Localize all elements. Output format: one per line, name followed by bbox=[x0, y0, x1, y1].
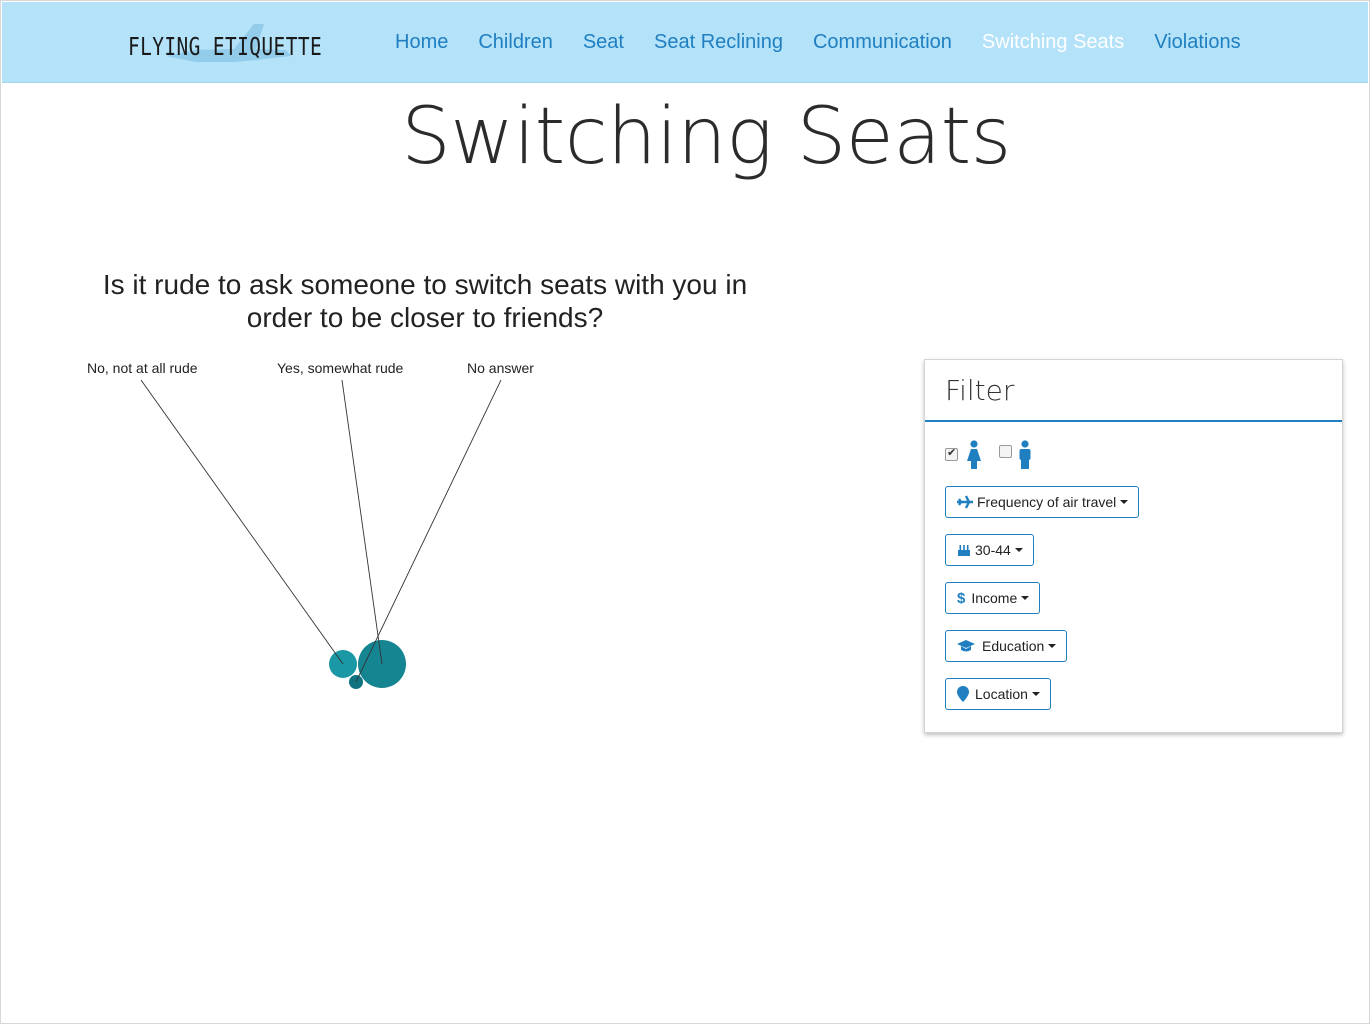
top-navbar: FLYING ETIQUETTE Home Children Seat Seat… bbox=[2, 2, 1368, 83]
nav-communication[interactable]: Communication bbox=[813, 30, 952, 54]
caret-down-icon bbox=[1031, 692, 1040, 696]
chart-label-not-rude: No, not at all rude bbox=[87, 360, 198, 376]
age-label: 30-44 bbox=[975, 542, 1011, 558]
map-marker-icon bbox=[957, 686, 969, 702]
dollar-icon: $ bbox=[957, 589, 966, 607]
bubble-chart-svg: No, not at all rude Yes, somewhat rude N… bbox=[87, 360, 534, 689]
nav-violations[interactable]: Violations bbox=[1154, 30, 1240, 54]
frequency-of-air-travel-label: Frequency of air travel bbox=[977, 494, 1117, 510]
bubble-chart: No, not at all rude Yes, somewhat rude N… bbox=[70, 350, 630, 730]
filter-title: Filter bbox=[945, 374, 1015, 407]
caret-down-icon bbox=[1120, 500, 1129, 504]
nav-seat[interactable]: Seat bbox=[583, 30, 624, 54]
male-person-icon[interactable] bbox=[1017, 440, 1033, 470]
chart-label-somewhat-rude: Yes, somewhat rude bbox=[277, 360, 404, 376]
female-checkbox[interactable]: ✔ bbox=[945, 447, 958, 461]
education-label: Education bbox=[982, 638, 1045, 654]
age-dropdown[interactable]: 30-44 bbox=[945, 534, 1034, 566]
nav-children[interactable]: Children bbox=[478, 30, 552, 54]
nav-links: Home Children Seat Seat Reclining Commun… bbox=[395, 30, 1271, 54]
graduation-cap-icon bbox=[957, 640, 975, 652]
caret-down-icon bbox=[1021, 596, 1030, 600]
income-label: Income bbox=[971, 590, 1018, 606]
plane-icon bbox=[957, 495, 973, 509]
chart-label-no-answer: No answer bbox=[467, 360, 534, 376]
filter-panel: Filter ✔ Frequency of air travel 30-44 $… bbox=[924, 359, 1343, 733]
site-logo[interactable]: FLYING ETIQUETTE bbox=[126, 16, 326, 70]
income-dropdown[interactable]: $ Income bbox=[945, 582, 1041, 614]
birthday-cake-icon bbox=[958, 545, 970, 556]
check-icon: ✔ bbox=[947, 447, 957, 459]
survey-question: Is it rude to ask someone to switch seat… bbox=[102, 269, 748, 333]
male-checkbox[interactable] bbox=[999, 445, 1012, 458]
filter-divider bbox=[925, 420, 1342, 422]
female-person-icon[interactable] bbox=[966, 440, 982, 470]
frequency-of-air-travel-dropdown[interactable]: Frequency of air travel bbox=[945, 486, 1140, 518]
caret-down-icon bbox=[1014, 548, 1023, 552]
page-title: Switching Seats bbox=[401, 92, 1011, 182]
location-label: Location bbox=[975, 686, 1028, 702]
caret-down-icon bbox=[1048, 644, 1057, 648]
nav-home[interactable]: Home bbox=[395, 30, 448, 54]
leader-line-not-rude bbox=[140, 379, 344, 665]
leader-line-no-answer bbox=[355, 379, 502, 683]
logo-text: FLYING ETIQUETTE bbox=[128, 32, 323, 61]
education-dropdown[interactable]: Education bbox=[945, 630, 1068, 662]
nav-switching-seats[interactable]: Switching Seats bbox=[982, 30, 1124, 54]
leader-line-somewhat-rude bbox=[341, 379, 383, 665]
location-dropdown[interactable]: Location bbox=[945, 678, 1051, 710]
nav-seat-reclining[interactable]: Seat Reclining bbox=[654, 30, 783, 54]
